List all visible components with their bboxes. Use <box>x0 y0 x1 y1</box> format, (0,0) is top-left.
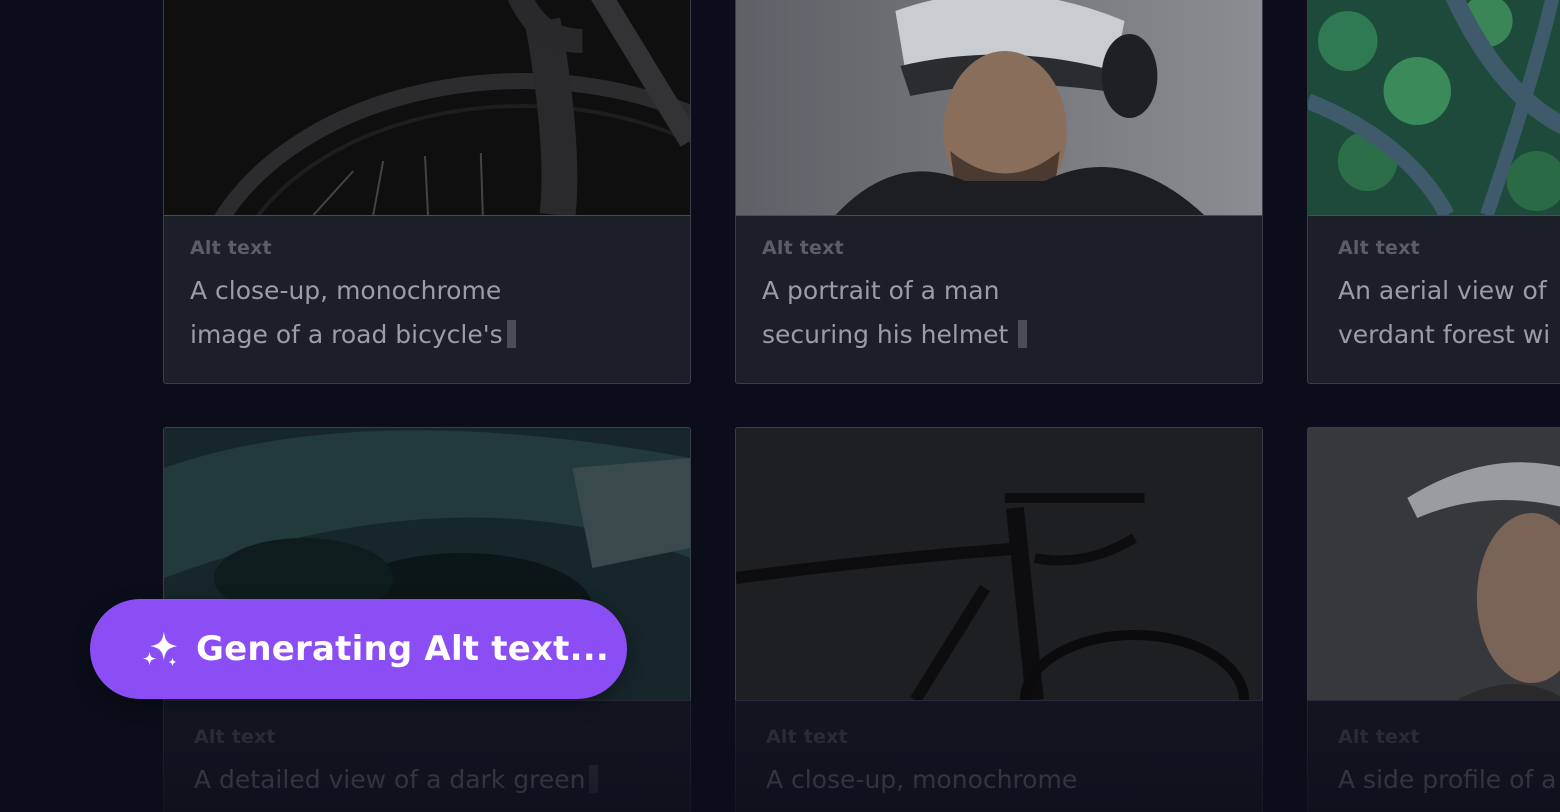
card-image-man-helmet <box>736 0 1262 216</box>
image-card[interactable]: Alt text A side profile of a <box>1307 427 1560 812</box>
image-card[interactable]: Alt text A close-up, monochrome image of… <box>163 0 691 384</box>
card-image-woman-helmet <box>1308 428 1560 701</box>
text-cursor <box>506 320 516 348</box>
text-cursor <box>589 765 599 793</box>
alt-text-block: Alt text An aerial view of verdant fores… <box>1338 237 1560 357</box>
image-card[interactable]: Alt text An aerial view of verdant fores… <box>1307 0 1560 384</box>
alt-text-label: Alt text <box>1338 237 1420 259</box>
generating-alt-text-button[interactable]: Generating Alt text... <box>90 599 627 699</box>
text-cursor <box>1018 320 1028 348</box>
alt-text-block: Alt text A portrait of a man securing hi… <box>762 237 1182 357</box>
alt-text-line: securing his helmet <box>762 320 1009 349</box>
alt-text-label: Alt text <box>762 237 844 259</box>
alt-text-label: Alt text <box>190 237 272 259</box>
alt-text-line: A close-up, monochrome <box>766 765 1078 794</box>
alt-text-field[interactable]: A side profile of a <box>1338 758 1560 802</box>
alt-text-line: A side profile of a <box>1338 765 1557 794</box>
alt-text-line: A portrait of a man <box>762 276 1000 305</box>
alt-text-line: image of a road bicycle's <box>190 320 503 349</box>
image-card[interactable]: Alt text A close-up, monochrome <box>735 427 1263 812</box>
sparkles-icon <box>142 631 178 667</box>
alt-text-label: Alt text <box>1338 726 1420 748</box>
alt-text-field[interactable]: A detailed view of a dark green <box>194 758 614 802</box>
alt-text-line: A close-up, monochrome <box>190 276 502 305</box>
card-image-aerial-forest <box>1308 0 1560 216</box>
alt-text-line: An aerial view of <box>1338 276 1547 305</box>
alt-text-line: verdant forest wi <box>1338 320 1551 349</box>
alt-text-field[interactable]: A close-up, monochrome <box>766 758 1186 802</box>
alt-text-field[interactable]: An aerial view of verdant forest wi <box>1338 269 1560 357</box>
alt-text-block: Alt text A side profile of a <box>1338 726 1560 802</box>
card-image-bicycle-wheel <box>164 0 690 216</box>
alt-text-block: Alt text A close-up, monochrome image of… <box>190 237 610 357</box>
alt-text-label: Alt text <box>766 726 848 748</box>
generating-status-text: Generating Alt text... <box>196 629 609 669</box>
card-image-bicycle-frame <box>736 428 1262 701</box>
alt-text-block: Alt text A close-up, monochrome <box>766 726 1186 802</box>
image-card[interactable]: Alt text A portrait of a man securing hi… <box>735 0 1263 384</box>
alt-text-gallery: Alt text A close-up, monochrome image of… <box>0 0 1560 812</box>
alt-text-block: Alt text A detailed view of a dark green <box>194 726 614 802</box>
alt-text-field[interactable]: A close-up, monochrome image of a road b… <box>190 269 610 357</box>
alt-text-line: A detailed view of a dark green <box>194 765 586 794</box>
alt-text-label: Alt text <box>194 726 276 748</box>
alt-text-field[interactable]: A portrait of a man securing his helmet <box>762 269 1182 357</box>
